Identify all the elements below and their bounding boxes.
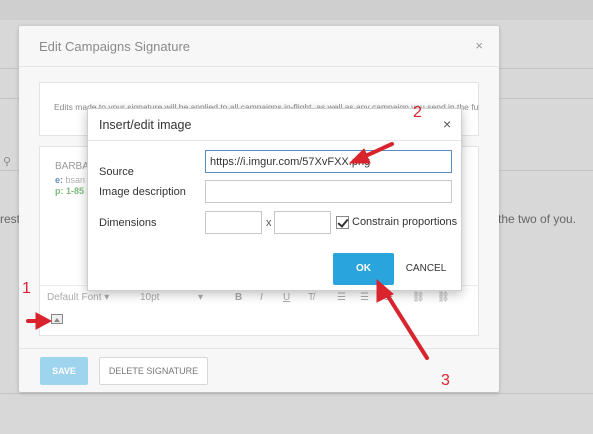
cancel-button[interactable]: CANCEL <box>398 253 454 285</box>
background-text-right: the two of you. <box>498 212 577 226</box>
constrain-proportions-label[interactable]: Constrain proportions <box>352 216 457 228</box>
bold-icon[interactable]: B <box>235 292 242 303</box>
clear-format-icon[interactable]: T̸ <box>308 292 314 303</box>
constrain-proportions-checkbox[interactable] <box>336 216 349 229</box>
description-label: Image description <box>99 186 186 198</box>
dialog-close-button[interactable]: × <box>443 116 451 132</box>
insert-image-icon[interactable] <box>51 314 63 324</box>
annotation-number-3: 3 <box>441 372 450 389</box>
signature-name: BARBA <box>55 161 89 172</box>
divider <box>88 140 461 141</box>
link-icon[interactable]: ⛓ <box>412 292 425 303</box>
underline-icon[interactable]: U <box>283 292 290 303</box>
font-size-caret-icon[interactable]: ▾ <box>198 292 203 303</box>
align-right-icon[interactable]: ☰ <box>384 292 393 303</box>
dialog-title: Insert/edit image <box>99 118 192 132</box>
delete-signature-button[interactable]: DELETE SIGNATURE <box>99 357 208 385</box>
insert-image-dialog: Insert/edit image × Source Image descrip… <box>87 108 462 291</box>
annotation-number-2: 2 <box>413 104 422 121</box>
link-icon: ⚲ <box>3 156 12 168</box>
dimensions-label: Dimensions <box>99 217 157 229</box>
ok-button[interactable]: OK <box>333 253 394 285</box>
height-input[interactable] <box>274 211 331 234</box>
unlink-icon[interactable]: ⛓ <box>437 292 450 303</box>
align-left-icon[interactable]: ☰ <box>337 292 346 303</box>
modal-close-button[interactable]: × <box>475 38 483 53</box>
font-size-select[interactable]: 10pt <box>140 292 159 303</box>
background-header <box>0 0 593 20</box>
annotation-number-1: 1 <box>22 280 31 297</box>
align-center-icon[interactable]: ☰ <box>360 292 369 303</box>
background-text-left: rest <box>0 212 21 226</box>
divider <box>19 348 499 349</box>
modal-title: Edit Campaigns Signature <box>39 39 191 54</box>
background-divider <box>0 393 593 394</box>
image-description-input[interactable] <box>205 180 452 203</box>
signature-email: e: bsan <box>55 175 86 185</box>
source-label: Source <box>99 166 134 178</box>
width-input[interactable] <box>205 211 262 234</box>
dimension-separator: x <box>266 217 272 229</box>
signature-phone: p: 1-85 <box>55 186 85 196</box>
divider <box>19 66 499 67</box>
source-input[interactable] <box>205 150 452 173</box>
italic-icon[interactable]: I <box>260 292 263 303</box>
save-button[interactable]: SAVE <box>40 357 88 385</box>
font-family-select[interactable]: Default Font ▾ <box>47 292 109 303</box>
